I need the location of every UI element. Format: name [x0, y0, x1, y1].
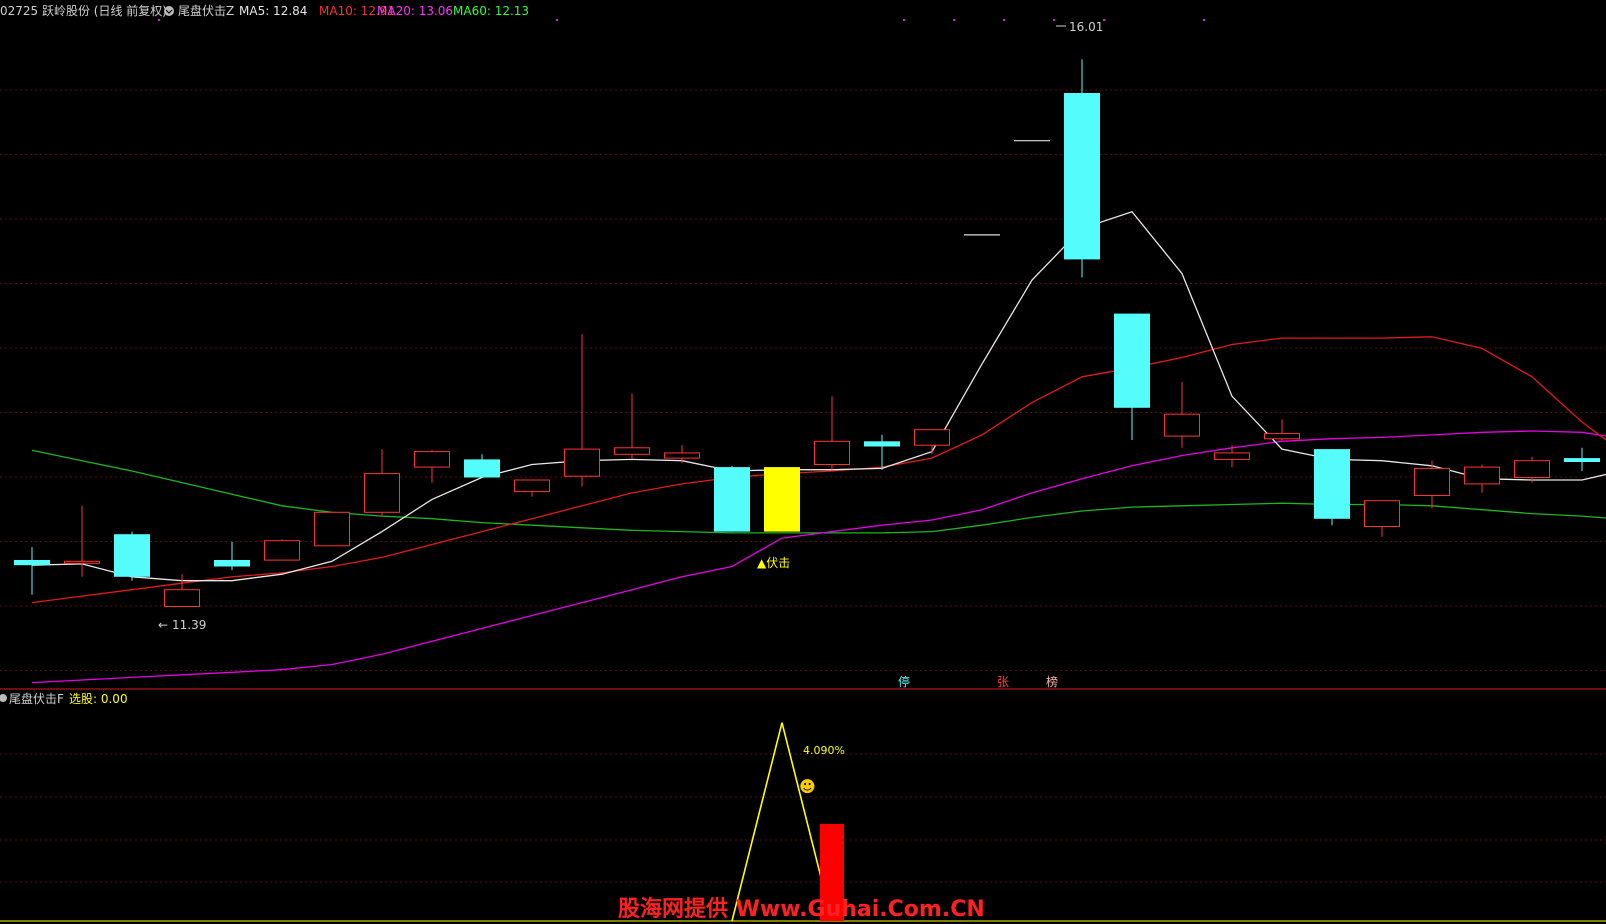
smiley-icon: ☻: [799, 777, 816, 796]
ma60-value: MA60: 12.13: [453, 4, 529, 18]
candle-body: [314, 511, 350, 547]
candle[interactable]: [214, 541, 250, 571]
candle[interactable]: [414, 450, 450, 483]
main-gridlines: [0, 89, 1606, 671]
chart-header: 02725 跃岭股份 (日线 前复权) 尾盘伏击Z MA5: 12.84 MA1…: [0, 3, 529, 18]
candle-body: [64, 560, 100, 564]
top-dot: [903, 19, 905, 21]
candle[interactable]: [14, 547, 50, 595]
sub-header: 尾盘伏击F 选股: 0.00: [0, 691, 128, 706]
candle[interactable]: [764, 467, 800, 532]
candle[interactable]: [264, 539, 300, 561]
candle-body: [614, 447, 650, 455]
high-annotation: 16.01: [1056, 20, 1103, 34]
candle-body: [464, 459, 500, 478]
candle-body: [214, 560, 250, 567]
candle-body: [1064, 93, 1100, 260]
candle-body: [714, 467, 750, 532]
candle-body: [1464, 466, 1500, 485]
indicator-name[interactable]: 尾盘伏击Z: [178, 3, 234, 18]
candle-body: [264, 540, 300, 561]
ma5-value: MA5: 12.84: [239, 4, 307, 18]
candle-body: [1114, 313, 1150, 408]
top-dot: [953, 19, 955, 21]
candle-body: [14, 560, 50, 566]
candle[interactable]: [164, 574, 200, 608]
candle[interactable]: [1514, 456, 1550, 483]
candle-body: [114, 534, 150, 577]
candle-body: [364, 473, 400, 513]
candle[interactable]: [314, 511, 350, 547]
candle[interactable]: [814, 396, 850, 470]
low-arrow: ←: [158, 618, 168, 632]
high-price-label: 16.01: [1069, 20, 1103, 34]
candle[interactable]: [1314, 449, 1350, 526]
top-dot: [1003, 19, 1005, 21]
candle-body: [414, 451, 450, 468]
watermark: 股海网提供 Www.Guhai.Com.CN: [618, 896, 985, 922]
candle-body: [1514, 460, 1550, 479]
marker-rise: 张: [997, 675, 1009, 689]
candle-body: [564, 448, 600, 477]
candle[interactable]: [914, 429, 950, 455]
candle-body: [164, 589, 200, 608]
top-dot-markers: [158, 19, 1205, 21]
candle[interactable]: [1164, 382, 1200, 448]
top-dot: [1203, 19, 1205, 21]
percent-label: 4.090%: [803, 744, 845, 757]
stock-chart[interactable]: 16.01 ← 11.39 ▲伏击 停 张 榜 02725 跃岭股份 (日线 前…: [0, 0, 1606, 924]
candle[interactable]: [1364, 500, 1400, 537]
candle-body: [1314, 449, 1350, 519]
candle-body: [1164, 413, 1200, 437]
candle[interactable]: [1114, 313, 1150, 440]
candle[interactable]: [1064, 59, 1100, 278]
sub-indicator-toggle-icon[interactable]: [0, 694, 7, 702]
candle[interactable]: [1264, 419, 1300, 440]
candle-body: [1364, 500, 1400, 528]
sub-indicator-name[interactable]: 尾盘伏击F: [9, 691, 64, 706]
candle-body: [764, 467, 800, 532]
low-price-label: 11.39: [172, 618, 206, 632]
candle[interactable]: [1414, 460, 1450, 509]
marker-stop: 停: [898, 674, 910, 689]
event-markers: 停 张 榜: [898, 674, 1058, 689]
candle[interactable]: [1464, 464, 1500, 493]
candle-body: [1214, 452, 1250, 460]
sub-indicator-value: 选股: 0.00: [69, 692, 128, 706]
top-dot: [158, 19, 160, 21]
signal-label: ▲伏击: [757, 556, 790, 570]
sub-gridlines: [0, 753, 1606, 883]
candle[interactable]: [1214, 445, 1250, 468]
candle[interactable]: [1564, 447, 1600, 471]
candle[interactable]: [714, 465, 750, 532]
candle[interactable]: [564, 334, 600, 487]
candle-body: [1264, 433, 1300, 440]
candle-body: [514, 479, 550, 493]
candle[interactable]: [514, 479, 550, 497]
candle-body: [914, 429, 950, 446]
marker-list: 榜: [1046, 674, 1058, 689]
candle-body: [864, 441, 900, 447]
ma20-value: MA20: 13.06: [377, 4, 453, 18]
top-dot: [556, 19, 558, 21]
candle-body: [1564, 458, 1600, 462]
candle[interactable]: [114, 531, 150, 581]
candle[interactable]: [614, 393, 650, 459]
candle-body: [814, 440, 850, 465]
low-annotation: ← 11.39: [158, 618, 206, 632]
candlesticks[interactable]: [14, 59, 1606, 608]
candle-body: [1414, 467, 1450, 496]
top-dot: [1053, 19, 1055, 21]
candle[interactable]: [64, 505, 100, 577]
candle[interactable]: [364, 449, 400, 517]
indicator-toggle-icon[interactable]: [164, 6, 174, 16]
candle[interactable]: [464, 454, 500, 478]
stock-title: 02725 跃岭股份 (日线 前复权): [0, 3, 167, 18]
candle-body: [664, 452, 700, 459]
